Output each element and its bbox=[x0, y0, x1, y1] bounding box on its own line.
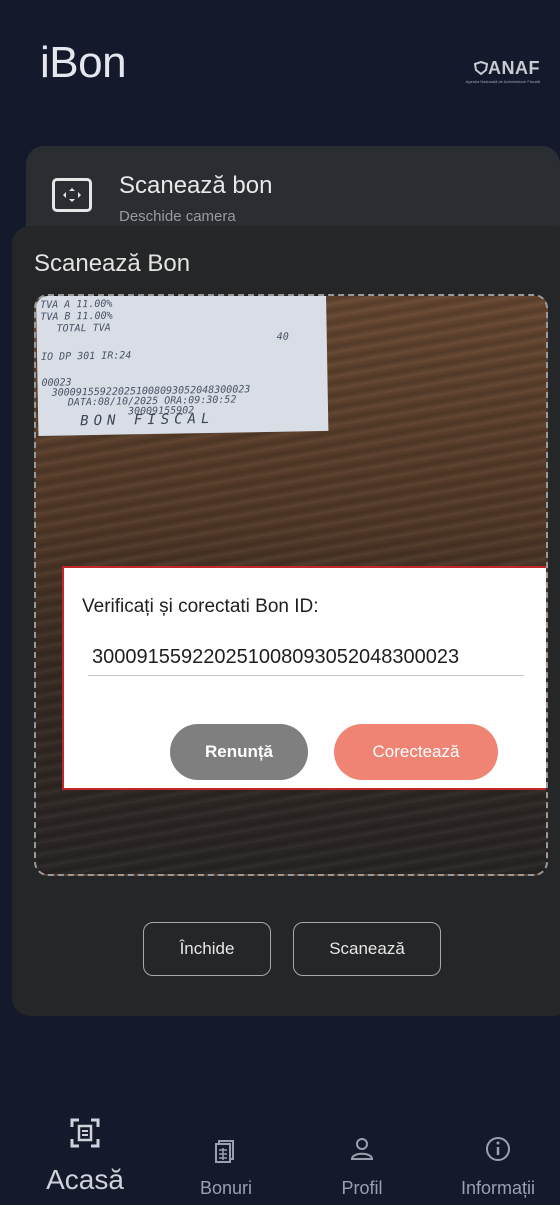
bon-id-dialog: Verificați și corectati Bon ID: Renunță … bbox=[62, 566, 546, 790]
receipt-fiscal-label: BON FISCAL bbox=[80, 410, 215, 430]
nav-label-info: Informații bbox=[460, 1178, 536, 1198]
scan-frame-icon bbox=[52, 178, 92, 212]
receipt-line: 40 bbox=[276, 331, 289, 343]
scan-card-subtitle: Deschide camera bbox=[119, 208, 236, 225]
nav-item-home[interactable]: Acasă bbox=[30, 1100, 140, 1196]
app-title: iBon bbox=[40, 38, 127, 87]
sheet-title: Scanează Bon bbox=[34, 250, 191, 277]
scan-home-icon bbox=[70, 1118, 100, 1148]
anaf-logo: ANAF Agenția Națională de Administrare F… bbox=[456, 58, 540, 84]
nav-label-profile: Profil bbox=[341, 1178, 383, 1198]
anaf-logo-subtext: Agenția Națională de Administrare Fiscal… bbox=[465, 79, 540, 84]
scan-sheet: Scanează Bon TVA A 11.00% TVA B 11.00% T… bbox=[12, 226, 560, 1016]
nav-item-receipts[interactable]: Bonuri bbox=[176, 1100, 276, 1199]
nav-label-home: Acasă bbox=[46, 1164, 124, 1195]
nav-item-profile[interactable]: Profil bbox=[312, 1100, 412, 1199]
scan-button[interactable]: Scanează bbox=[293, 922, 441, 976]
receipt-line: TVA B 11.00% bbox=[40, 310, 113, 323]
receipt-line: TOTAL TVA bbox=[56, 322, 111, 335]
nav-item-info[interactable]: Informații bbox=[440, 1100, 556, 1199]
bon-id-input[interactable] bbox=[88, 640, 524, 676]
receipt-line: IO DP 301 IR:24 bbox=[40, 350, 132, 363]
correct-button[interactable]: Corectează bbox=[334, 724, 498, 780]
anaf-logo-text: ANAF bbox=[456, 58, 540, 79]
scan-card-title: Scanează bon bbox=[119, 172, 273, 199]
dialog-title: Verificați și corectati Bon ID: bbox=[82, 596, 319, 617]
app-header: iBon ANAF Agenția Națională de Administr… bbox=[0, 0, 560, 140]
nav-label-receipts: Bonuri bbox=[199, 1178, 253, 1198]
camera-preview: TVA A 11.00% TVA B 11.00% TOTAL TVA 40 I… bbox=[34, 294, 548, 876]
receipt-line: TVA A 11.00% bbox=[40, 298, 113, 311]
cancel-button[interactable]: Renunță bbox=[170, 724, 308, 780]
close-button[interactable]: Închide bbox=[143, 922, 271, 976]
receipt-image: TVA A 11.00% TVA B 11.00% TOTAL TVA 40 I… bbox=[36, 296, 329, 436]
profile-icon bbox=[350, 1138, 374, 1160]
shield-icon bbox=[473, 60, 489, 76]
receipts-icon bbox=[215, 1140, 234, 1163]
info-icon bbox=[486, 1137, 510, 1161]
bottom-nav: Acasă Bonuri Profil Informații bbox=[0, 1100, 560, 1205]
